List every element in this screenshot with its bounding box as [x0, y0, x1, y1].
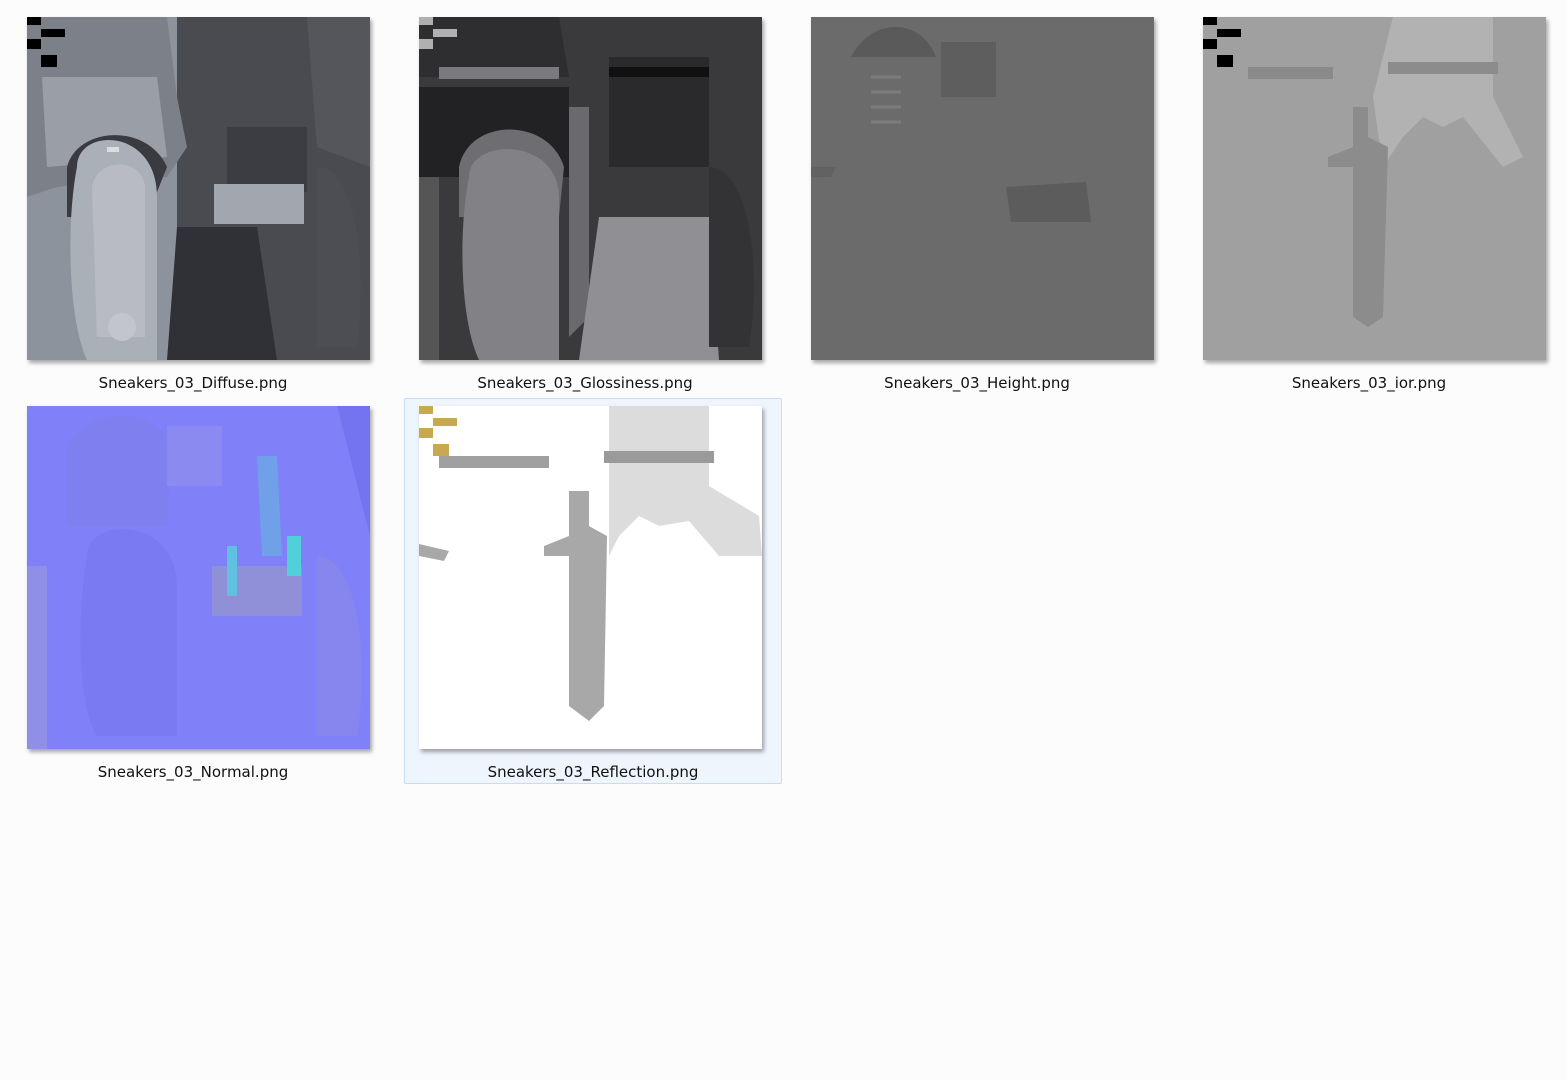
thumbnail-height: [811, 17, 1154, 360]
file-item-normal[interactable]: Sneakers_03_Normal.png: [4, 398, 382, 784]
thumbnail-ior: [1203, 17, 1546, 360]
thumbnail-reflection: [419, 406, 762, 749]
thumbnail-normal: [27, 406, 370, 749]
texture-height-image: [811, 17, 1154, 360]
file-name-label: Sneakers_03_Height.png: [884, 374, 1070, 392]
thumbnail-diffuse: [27, 17, 370, 360]
texture-diffuse-image: [27, 17, 370, 360]
texture-ior-image: [1203, 17, 1546, 360]
file-name-label: Sneakers_03_Reflection.png: [487, 763, 699, 781]
texture-glossiness-image: [419, 17, 762, 360]
texture-normal-image: [27, 406, 370, 749]
file-item-glossiness[interactable]: Sneakers_03_Glossiness.png: [396, 9, 774, 395]
file-item-reflection[interactable]: Sneakers_03_Reflection.png: [404, 398, 782, 784]
file-item-ior[interactable]: Sneakers_03_ior.png: [1180, 9, 1558, 395]
file-item-height[interactable]: Sneakers_03_Height.png: [788, 9, 1166, 395]
file-name-label: Sneakers_03_Normal.png: [97, 763, 289, 781]
texture-reflection-image: [419, 406, 762, 749]
file-name-label: Sneakers_03_Diffuse.png: [98, 374, 288, 392]
file-name-label: Sneakers_03_ior.png: [1291, 374, 1447, 392]
file-name-label: Sneakers_03_Glossiness.png: [477, 374, 693, 392]
file-item-diffuse[interactable]: Sneakers_03_Diffuse.png: [4, 9, 382, 395]
file-grid: Sneakers_03_Diffuse.png Sneakers_03_Glos…: [0, 0, 1567, 1080]
thumbnail-glossiness: [419, 17, 762, 360]
